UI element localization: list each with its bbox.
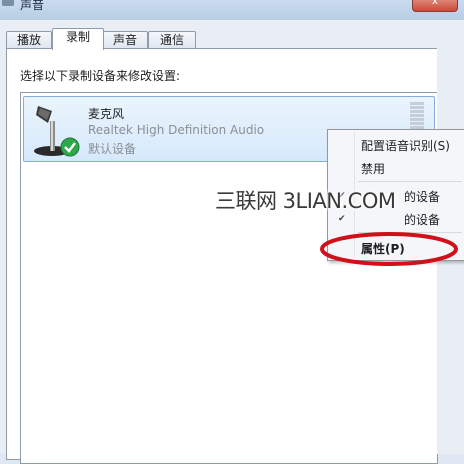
menu-item-configure-speech[interactable]: 配置语音识别(S)	[361, 137, 450, 154]
green-check-icon	[60, 137, 80, 157]
watermark-text: 三联网 3LIAN.COM	[215, 189, 396, 213]
menu-item-show-disabled[interactable]: 的设备	[404, 188, 440, 205]
instruction-text: 选择以下录制设备来修改设置:	[20, 69, 181, 83]
device-description: Realtek High Definition Audio	[88, 123, 265, 137]
menu-separator	[358, 181, 462, 182]
speaker-icon	[2, 0, 14, 6]
title-bar: 声音 x	[0, 0, 464, 20]
close-button[interactable]: x	[412, 0, 458, 12]
window-title: 声音	[20, 0, 45, 12]
tab-communications[interactable]: 通信	[148, 31, 196, 49]
annotation-ellipse	[320, 232, 458, 266]
device-name: 麦克风	[88, 107, 125, 121]
device-status: 默认设备	[88, 142, 137, 156]
tab-recording[interactable]: 录制	[52, 28, 104, 50]
menu-item-show-disconnected[interactable]: 的设备	[404, 211, 440, 228]
tab-sounds[interactable]: 声音	[102, 31, 148, 49]
check-mark-icon: ✔	[338, 214, 346, 224]
tab-playback[interactable]: 播放	[6, 31, 52, 49]
menu-item-disable[interactable]: 禁用	[361, 160, 385, 177]
